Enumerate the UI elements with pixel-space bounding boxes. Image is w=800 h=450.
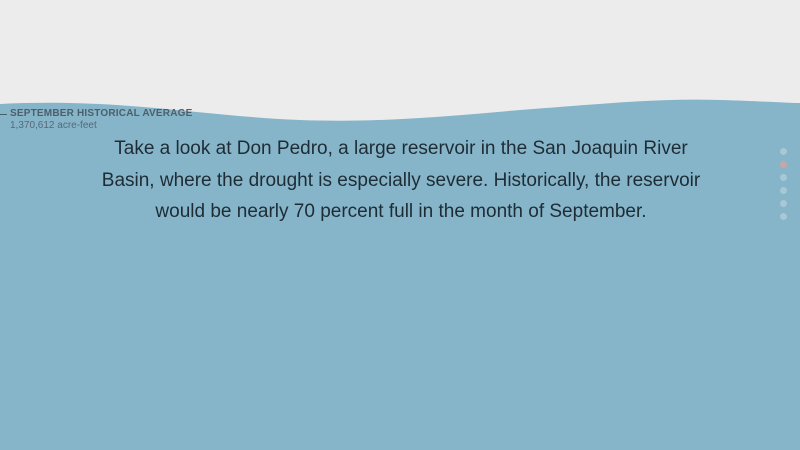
step-dot-6[interactable] (780, 213, 787, 220)
step-dot-2[interactable] (780, 161, 787, 168)
historical-average-title: SEPTEMBER HISTORICAL AVERAGE (10, 108, 193, 119)
step-dot-4[interactable] (780, 187, 787, 194)
step-navigation[interactable] (780, 148, 788, 220)
historical-average-value: 1,370,612 acre-feet (10, 120, 97, 131)
step-dot-3[interactable] (780, 174, 787, 181)
step-dot-1[interactable] (780, 148, 787, 155)
reservoir-scene: SEPTEMBER HISTORICAL AVERAGE 1,370,612 a… (0, 0, 800, 450)
historical-average-label: SEPTEMBER HISTORICAL AVERAGE (0, 108, 192, 120)
level-dash-icon (0, 113, 7, 115)
step-dot-5[interactable] (780, 200, 787, 207)
historical-average-marker: SEPTEMBER HISTORICAL AVERAGE 1,370,612 a… (0, 108, 192, 132)
narrative-text: Take a look at Don Pedro, a large reserv… (101, 138, 701, 222)
